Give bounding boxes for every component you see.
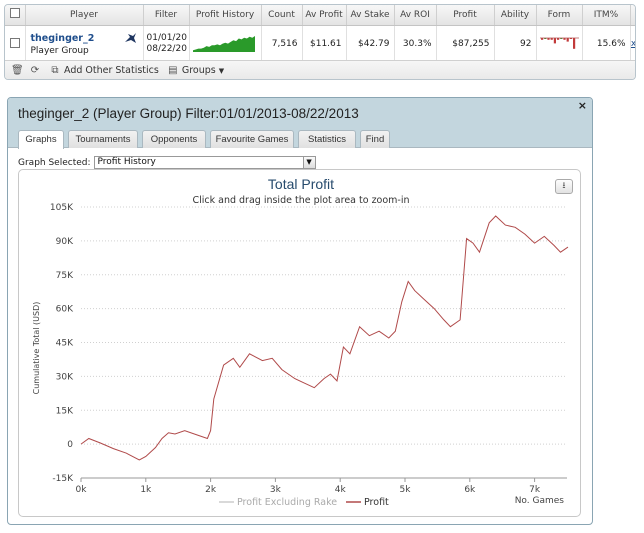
chart-subtitle: Click and drag inside the plot area to z…: [192, 195, 409, 206]
graph-selector-row: Graph Selected: Profit History ▼: [18, 156, 316, 169]
window-tab-bar: Graphs Tournaments Opponents Favourite G…: [8, 128, 592, 149]
player-name-link[interactable]: theginger_2: [31, 33, 139, 44]
y-tick-label: 30K: [56, 372, 74, 382]
row-select-cell[interactable]: [5, 25, 26, 64]
profit-series-line[interactable]: [80, 215, 569, 461]
total-profit-chart[interactable]: -15K 0 15K 30K 45K 60K 75K 90K 105K 0k 1k 2k 3k 4k 5k 6…: [19, 170, 581, 517]
x-tick-label: 6k: [464, 485, 476, 495]
column-header-av-profit[interactable]: Av Profit: [302, 5, 347, 26]
x-tick-label: 5k: [400, 485, 412, 495]
form-bar-chart: [539, 37, 579, 49]
remove-row-link[interactable]: x: [630, 25, 635, 64]
select-all-header[interactable]: [5, 5, 26, 26]
x-axis-label: No. Games: [515, 496, 565, 506]
legend-item-profit[interactable]: Profit: [364, 497, 389, 508]
column-header-form[interactable]: Form: [536, 5, 583, 26]
count-cell: 7,516: [261, 25, 303, 64]
chart-legend: Profit Excluding Rake Profit: [219, 497, 389, 508]
trash-icon[interactable]: 🗑: [11, 65, 24, 76]
player-group-icon[interactable]: [124, 32, 137, 44]
column-header-filter[interactable]: Filter: [143, 5, 190, 26]
x-tick-label: 7k: [529, 485, 541, 495]
column-header-player[interactable]: Player: [25, 5, 144, 26]
add-other-statistics-button[interactable]: ⧉ Add Other Statistics: [49, 65, 159, 76]
graph-select-dropdown[interactable]: Profit History ▼: [93, 156, 316, 169]
select-all-checkbox[interactable]: [9, 8, 20, 19]
chart-title: Total Profit: [268, 176, 334, 192]
form-bar: [553, 37, 556, 43]
filter-cell: 01/01/20 08/22/20: [143, 25, 190, 64]
ability-cell: 92: [494, 25, 537, 64]
groups-dropdown-button[interactable]: ▤ Groups ▼: [167, 65, 224, 76]
y-tick-label: 75K: [56, 271, 74, 281]
form-cell: [536, 25, 583, 64]
player-type-label: Player Group: [30, 45, 89, 56]
tab-opponents[interactable]: Opponents: [142, 130, 206, 148]
tab-favourite-games[interactable]: Favourite Games: [210, 130, 294, 148]
y-tick-label: 0: [67, 440, 73, 450]
x-tick-label: 1k: [140, 485, 152, 495]
y-axis-label: Cumulative Total (USD): [32, 302, 41, 395]
table-header-row: Player Filter Profit History Count Av Pr…: [5, 5, 635, 26]
column-header-itm[interactable]: ITM%: [582, 5, 631, 26]
refresh-icon[interactable]: ⟳: [29, 65, 41, 76]
column-header-profit-history[interactable]: Profit History: [189, 5, 262, 26]
x-tick-label: 0k: [76, 485, 88, 495]
chevron-down-icon[interactable]: ▼: [302, 157, 315, 168]
profit-history-cell[interactable]: [189, 25, 262, 64]
player-graph-window: theginger_2 (Player Group) Filter:01/01/…: [7, 97, 593, 525]
itm-cell: 15.6%: [582, 25, 631, 64]
x-tick-label: 2k: [205, 485, 217, 495]
groups-label: Groups: [181, 65, 216, 76]
y-tick-label: 90K: [56, 237, 74, 247]
column-header-ability[interactable]: Ability: [494, 5, 537, 26]
window-title: theginger_2 (Player Group) Filter:01/01/…: [18, 106, 359, 121]
y-tick-label: 60K: [56, 305, 74, 315]
table-row[interactable]: theginger_2 Player Group 01/01/20 08/22/…: [5, 25, 635, 64]
column-header-count[interactable]: Count: [261, 5, 303, 26]
row-checkbox[interactable]: [9, 37, 20, 48]
chart-gridlines: [81, 206, 567, 479]
column-header-profit[interactable]: Profit: [436, 5, 495, 26]
av-profit-cell: $11.61: [302, 25, 347, 64]
window-header[interactable]: theginger_2 (Player Group) Filter:01/01/…: [8, 98, 592, 128]
av-stake-cell: $42.79: [346, 25, 395, 64]
graph-selected-label: Graph Selected:: [18, 157, 91, 168]
tab-tournaments[interactable]: Tournaments: [68, 130, 138, 148]
tab-statistics[interactable]: Statistics: [298, 130, 356, 148]
form-bar: [566, 37, 569, 42]
av-roi-cell: 30.3%: [394, 25, 437, 64]
profit-history-sparkline[interactable]: [190, 27, 262, 61]
close-icon[interactable]: ×: [578, 99, 587, 112]
add-stats-icon: ⧉: [51, 65, 59, 76]
filter-start-date: 01/01/20: [146, 33, 187, 43]
tab-find[interactable]: Find: [360, 130, 390, 148]
player-cell[interactable]: theginger_2 Player Group: [25, 25, 144, 64]
graph-select-value: Profit History: [97, 157, 156, 167]
player-stats-panel: Player Filter Profit History Count Av Pr…: [4, 4, 636, 80]
form-bar: [572, 37, 575, 49]
download-icon[interactable]: ⭳: [555, 179, 573, 194]
player-stats-table: Player Filter Profit History Count Av Pr…: [5, 5, 635, 64]
filter-end-date: 08/22/20: [146, 44, 187, 54]
chevron-down-icon: ▼: [218, 66, 225, 75]
chart-axes: -15K 0 15K 30K 45K 60K 75K 90K 105K 0k 1k 2k 3k 4k 5k 6…: [50, 203, 567, 495]
column-header-av-stake[interactable]: Av Stake: [346, 5, 395, 26]
tab-graphs[interactable]: Graphs: [18, 130, 64, 149]
groups-icon: ▤: [168, 65, 178, 76]
x-tick-label: 3k: [270, 485, 282, 495]
y-tick-label: 15K: [56, 406, 74, 416]
legend-item-profit-excluding-rake[interactable]: Profit Excluding Rake: [237, 497, 337, 508]
x-tick-label: 4k: [335, 485, 347, 495]
chart-container[interactable]: -15K 0 15K 30K 45K 60K 75K 90K 105K 0k 1k 2k 3k 4k 5k 6…: [18, 169, 581, 517]
stats-toolbar: 🗑 ⟳ ⧉ Add Other Statistics ▤ Groups ▼: [5, 60, 635, 79]
y-tick-label: 105K: [50, 203, 74, 213]
column-header-remove: [630, 5, 635, 26]
column-header-av-roi[interactable]: Av ROI: [394, 5, 437, 26]
y-tick-label: -15K: [52, 474, 74, 484]
add-stats-label: Add Other Statistics: [64, 65, 159, 76]
y-tick-label: 45K: [56, 339, 74, 349]
sparkline-area: [192, 36, 255, 52]
profit-cell: $87,255: [436, 25, 495, 64]
